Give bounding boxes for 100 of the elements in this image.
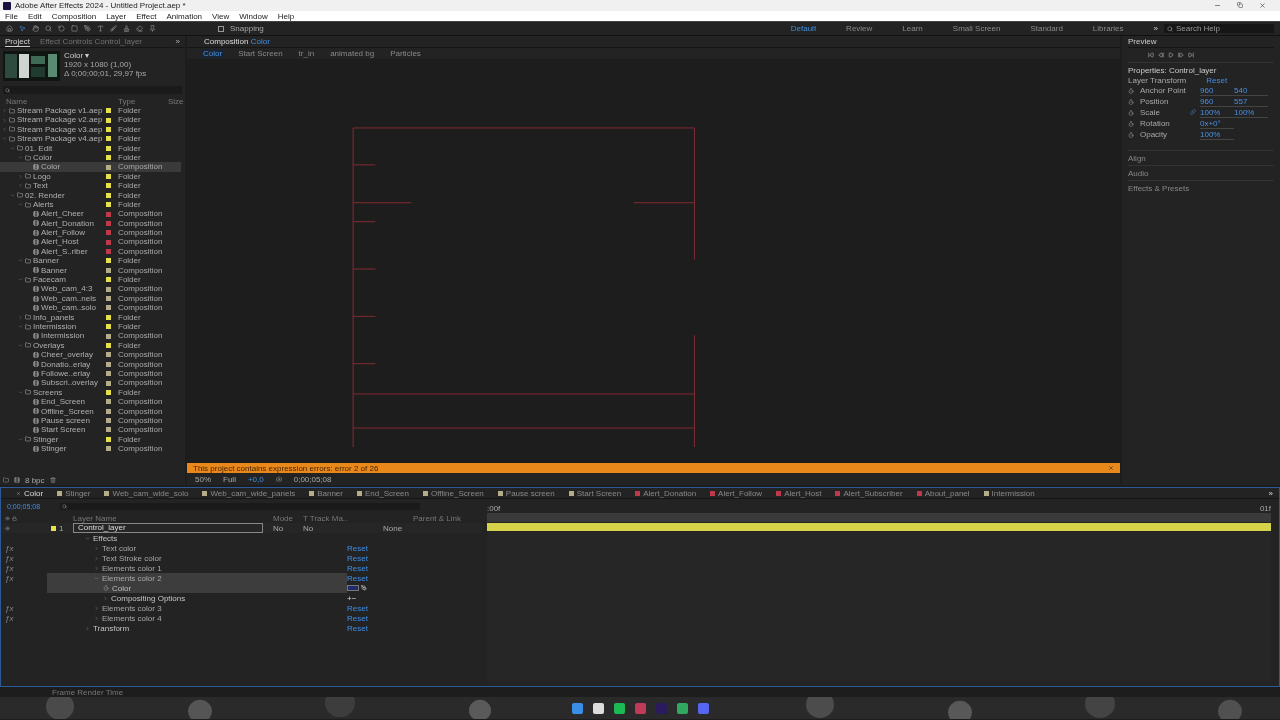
- label-swatch[interactable]: [106, 371, 111, 377]
- project-item[interactable]: Cheer_overlay Composition: [0, 350, 181, 360]
- caret-icon[interactable]: [94, 605, 99, 611]
- timeline-tab[interactable]: Alert_Host: [769, 488, 829, 498]
- play-icon[interactable]: [1168, 52, 1174, 58]
- reset-link[interactable]: Reset: [347, 603, 368, 613]
- property-row[interactable]: Elements color 1: [47, 563, 347, 573]
- workspace-tab[interactable]: Learn: [902, 24, 923, 33]
- more-tabs[interactable]: »: [1268, 488, 1273, 498]
- property-value[interactable]: 960: [1200, 85, 1234, 96]
- zoom-tool-icon[interactable]: [45, 25, 52, 32]
- project-item[interactable]: Color Folder: [0, 152, 181, 163]
- timeline-tab[interactable]: Offline_Screen: [416, 488, 491, 498]
- property-value[interactable]: 0x+0°: [1200, 118, 1234, 129]
- workspace-tab[interactable]: Default: [790, 24, 817, 33]
- property-value[interactable]: 540: [1234, 85, 1268, 96]
- label-swatch[interactable]: [106, 202, 111, 208]
- label-swatch[interactable]: [106, 211, 111, 217]
- panel-title[interactable]: Effects & Presets: [1128, 183, 1190, 193]
- caret-icon[interactable]: [94, 615, 99, 621]
- project-item[interactable]: Text Folder: [0, 181, 181, 191]
- color-swatch[interactable]: [347, 585, 359, 591]
- search-field[interactable]: [60, 502, 421, 510]
- workspace-tab[interactable]: Review: [846, 24, 873, 33]
- project-item[interactable]: Subscri..overlay Composition: [0, 378, 181, 388]
- label-swatch[interactable]: [106, 249, 111, 255]
- label-swatch[interactable]: [106, 108, 111, 114]
- property-value[interactable]: 100%: [1234, 107, 1268, 118]
- project-item[interactable]: Facecam Folder: [0, 275, 181, 285]
- project-item[interactable]: Alerts Folder: [0, 199, 181, 210]
- label-swatch[interactable]: [106, 296, 111, 301]
- project-item[interactable]: Offline_Screen Composition: [0, 406, 181, 416]
- menu-item[interactable]: Composition: [51, 11, 97, 21]
- property-value[interactable]: 100%: [1200, 107, 1234, 118]
- rotate-tool-icon[interactable]: [58, 25, 65, 32]
- selection-tool-icon[interactable]: [19, 25, 26, 32]
- label-swatch[interactable]: [106, 258, 111, 264]
- timeline-tab[interactable]: Alert_Follow: [703, 488, 770, 498]
- label-swatch[interactable]: [106, 239, 111, 245]
- project-item[interactable]: Stream Package v3.aep Folder: [0, 124, 181, 135]
- label-swatch[interactable]: [106, 333, 111, 339]
- menu-item[interactable]: Effect: [136, 11, 157, 21]
- reset-link[interactable]: Reset: [1206, 75, 1228, 85]
- snapping-checkbox[interactable]: [218, 25, 224, 32]
- property-value[interactable]: 100%: [1200, 129, 1234, 140]
- bit-depth[interactable]: 8 bpc: [25, 475, 45, 485]
- stamp-tool-icon[interactable]: [123, 25, 130, 32]
- reset-link[interactable]: Reset: [347, 613, 368, 623]
- search-field[interactable]: [3, 86, 182, 94]
- project-item[interactable]: Color Composition: [0, 162, 181, 172]
- label-swatch[interactable]: [106, 277, 111, 283]
- menu-item[interactable]: Help: [277, 11, 295, 21]
- layer-name-field[interactable]: Control_layer: [73, 523, 263, 533]
- new-comp-icon[interactable]: [14, 477, 20, 483]
- reset-link[interactable]: Reset: [347, 563, 368, 573]
- caret-icon[interactable]: [85, 535, 90, 541]
- menu-item[interactable]: Edit: [27, 11, 42, 21]
- timeline-tab[interactable]: Banner: [302, 488, 350, 498]
- timeline-tab[interactable]: Stinger: [50, 488, 98, 498]
- project-item[interactable]: Overlays Folder: [0, 340, 181, 351]
- label-swatch[interactable]: [106, 418, 111, 424]
- label-swatch[interactable]: [106, 399, 111, 405]
- lock-icon[interactable]: [12, 515, 17, 521]
- project-item[interactable]: Alert_Follow Composition: [0, 228, 181, 238]
- minimize-icon[interactable]: [1214, 2, 1221, 9]
- hand-tool-icon[interactable]: [32, 25, 39, 32]
- close-icon[interactable]: [1108, 464, 1114, 471]
- more-workspaces[interactable]: »: [1153, 24, 1158, 33]
- project-item[interactable]: Banner Folder: [0, 256, 181, 266]
- project-item[interactable]: Info_panels Folder: [0, 312, 181, 322]
- timeline-tab[interactable]: Web_cam_wide_solo: [97, 488, 196, 498]
- property-row[interactable]: Elements color 3: [47, 603, 347, 613]
- project-item[interactable]: Web_cam..nels Composition: [0, 293, 181, 304]
- panel-tab[interactable]: Project: [5, 36, 30, 47]
- timeline-tab[interactable]: About_panel: [909, 488, 977, 498]
- parent-dropdown[interactable]: None: [383, 523, 483, 533]
- next-frame-icon[interactable]: [1178, 52, 1184, 58]
- label-swatch[interactable]: [106, 173, 111, 179]
- menu-item[interactable]: View: [212, 11, 230, 21]
- label-swatch[interactable]: [106, 408, 111, 414]
- label-swatch[interactable]: [106, 127, 111, 132]
- timeline-tab[interactable]: Start Screen: [561, 488, 629, 498]
- project-item[interactable]: Stinger Composition: [0, 444, 181, 454]
- label-swatch[interactable]: [106, 314, 111, 320]
- project-item[interactable]: Stinger Folder: [0, 434, 181, 445]
- project-item[interactable]: Stream Package v2.aep Folder: [0, 115, 181, 125]
- mode-dropdown[interactable]: No: [273, 523, 303, 533]
- label-swatch[interactable]: [106, 389, 111, 395]
- label-swatch[interactable]: [106, 145, 111, 151]
- pin-tool-icon[interactable]: [149, 25, 156, 32]
- label-swatch[interactable]: [106, 117, 111, 123]
- label-swatch[interactable]: [106, 305, 111, 311]
- property-value[interactable]: 960: [1200, 96, 1234, 107]
- snapshot-icon[interactable]: [275, 476, 282, 482]
- reset-link[interactable]: Reset: [347, 553, 368, 563]
- property-row[interactable]: Elements color 2: [47, 573, 347, 583]
- workspace-tab[interactable]: Libraries: [1092, 24, 1124, 33]
- close-icon[interactable]: [16, 490, 21, 496]
- timeline-tab[interactable]: Web_cam_wide_panels: [195, 488, 303, 498]
- project-item[interactable]: Web_cam_4:3 Composition: [0, 284, 181, 294]
